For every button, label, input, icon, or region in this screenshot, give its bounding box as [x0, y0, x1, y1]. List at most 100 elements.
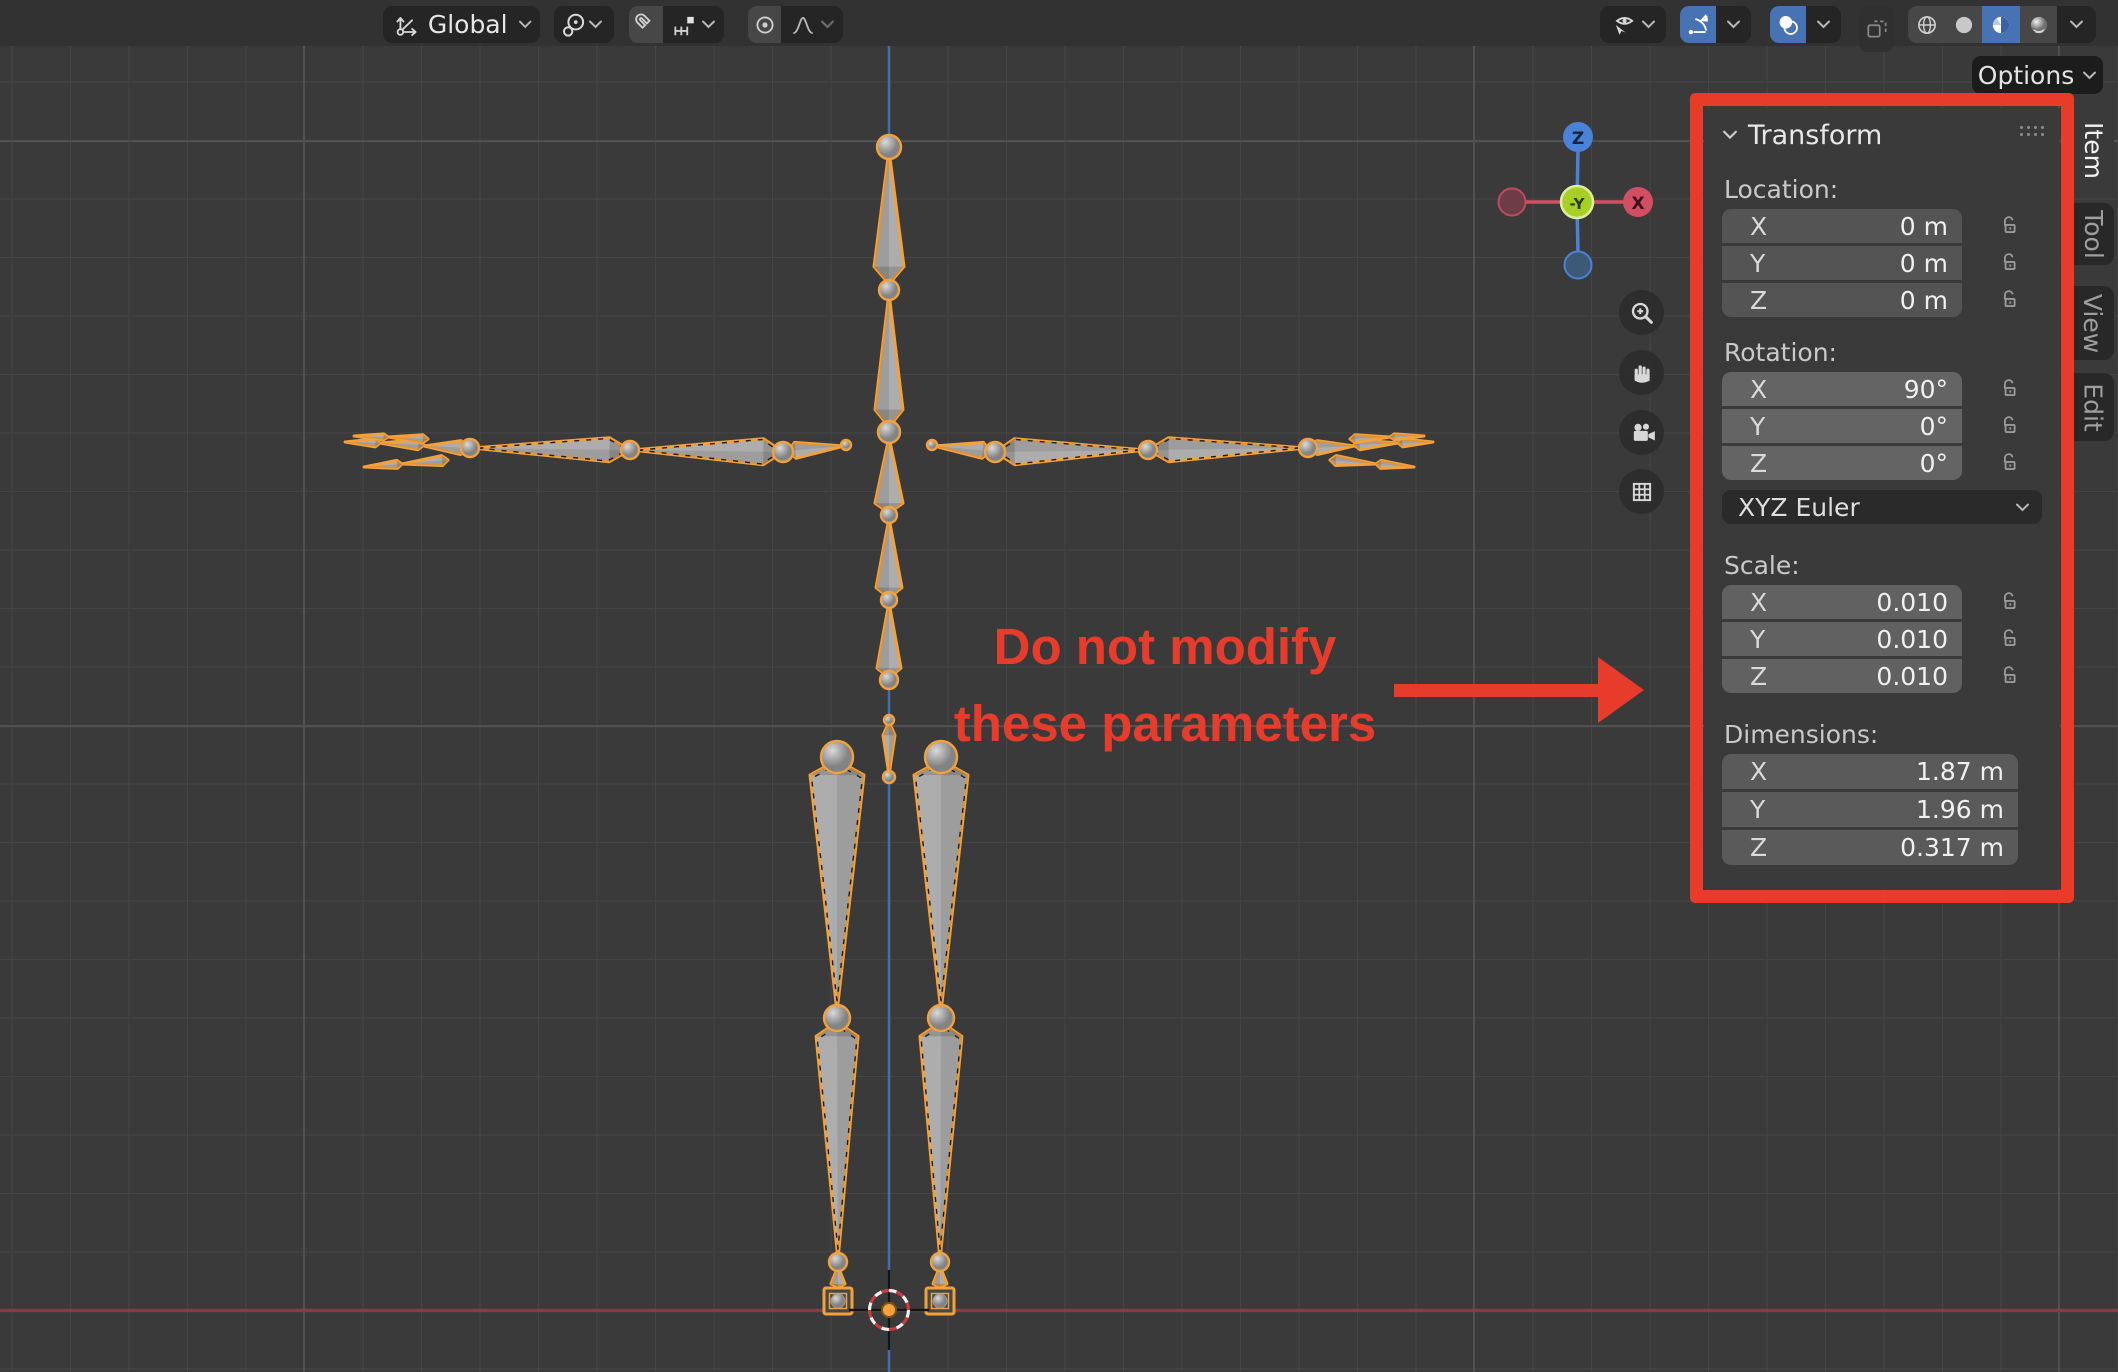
tab-label: Tool [2079, 210, 2108, 259]
axis-label: Z [1750, 449, 1767, 478]
rotation-mode-dropdown[interactable]: XYZ Euler [1722, 490, 2042, 524]
panel-header[interactable]: Transform [1722, 118, 2042, 152]
sidebar-tab-item[interactable]: Item [2072, 104, 2114, 196]
field-value: 90° [1904, 375, 1948, 404]
joint-sphere [821, 741, 853, 773]
tab-label: View [2079, 293, 2108, 352]
solid-shading-button[interactable] [1945, 6, 1982, 43]
axis-z-label: Z [1572, 129, 1584, 149]
cursor-3d [849, 1270, 929, 1350]
unlock-icon [1996, 626, 2022, 652]
overlays-dropdown[interactable] [1806, 6, 1841, 43]
rot-y-field[interactable]: Y0° [1722, 409, 1962, 443]
panel-drag-handle[interactable] [2020, 126, 2044, 136]
axis-label: Z [1750, 662, 1767, 691]
rendered-shading-button[interactable] [2020, 6, 2057, 43]
pivot-point-dropdown[interactable] [554, 6, 614, 43]
axis-label: Y [1750, 795, 1765, 824]
lock-loc-z-button[interactable] [1992, 283, 2026, 317]
dim-z-field[interactable]: Z 0.317 m [1722, 830, 2018, 865]
tab-label: Item [2079, 122, 2108, 179]
gizmos-dropdown[interactable] [1716, 6, 1751, 43]
joint-sphere [883, 771, 895, 783]
axis-label: Y [1750, 412, 1765, 441]
lock-rot-x-button[interactable] [1992, 372, 2026, 406]
scale-x-field[interactable]: X0.010 [1722, 585, 1962, 619]
sidebar-tab-view[interactable]: View [2072, 286, 2114, 360]
chevron-down-icon [2069, 20, 2084, 29]
zoom-button[interactable] [1619, 290, 1664, 335]
sidebar-tab-tool[interactable]: Tool [2072, 203, 2114, 265]
axis-z-neg-handle[interactable] [1565, 252, 1592, 279]
overlays-icon [1775, 12, 1801, 38]
axis-x-neg-handle[interactable] [1499, 189, 1526, 216]
falloff-dropdown[interactable] [781, 6, 843, 43]
falloff-curve-icon [789, 12, 817, 38]
loc-y-field[interactable]: Y0 m [1722, 246, 1962, 280]
axis-y-neg-label: -Y [1570, 195, 1586, 213]
lock-rot-y-button[interactable] [1992, 409, 2026, 443]
field-value: 1.96 m [1916, 795, 2004, 824]
lock-scale-z-button[interactable] [1992, 659, 2026, 693]
snapping-group [629, 6, 724, 43]
annotation-text: Do not modify these parameters [935, 608, 1395, 762]
axis-label: X [1750, 757, 1767, 786]
gizmos-icon [1685, 12, 1711, 38]
rot-z-field[interactable]: Z 0° [1722, 446, 1962, 480]
unlock-icon [1996, 213, 2022, 239]
snap-settings-dropdown[interactable] [663, 6, 724, 43]
unlock-icon [1996, 250, 2022, 276]
show-gizmos-button[interactable] [1680, 6, 1716, 43]
toggle-xray-button[interactable] [1859, 6, 1894, 52]
joint-sphere [879, 280, 899, 300]
chevron-down-icon [1816, 20, 1831, 29]
dim-x-field[interactable]: X1.87 m [1722, 754, 2018, 789]
sidebar-tab-edit[interactable]: Edit [2072, 373, 2114, 441]
wireframe-shading-icon [1914, 12, 1940, 38]
shading-dropdown[interactable] [2057, 6, 2096, 43]
loc-x-field[interactable]: X0 m [1722, 209, 1962, 243]
wireframe-shading-button[interactable] [1908, 6, 1945, 43]
snap-toggle-button[interactable] [629, 6, 663, 43]
scale-y-field[interactable]: Y0.010 [1722, 622, 1962, 656]
lock-loc-x-button[interactable] [1992, 209, 2026, 243]
camera-view-button[interactable] [1619, 410, 1664, 455]
options-dropdown[interactable]: Options [1972, 56, 2103, 94]
dim-y-field[interactable]: Y 1.96 m [1722, 792, 2018, 827]
field-value: 0° [1920, 449, 1948, 478]
lock-loc-y-button[interactable] [1992, 246, 2026, 280]
options-label: Options [1978, 61, 2074, 90]
chevron-down-icon [1722, 130, 1738, 140]
hand-icon [1629, 360, 1655, 386]
joint-sphere [773, 442, 793, 462]
axis-label: Z [1750, 833, 1767, 862]
toggle-grid-ortho-button[interactable] [1619, 469, 1664, 514]
field-value: 0.010 [1876, 588, 1948, 617]
lock-scale-x-button[interactable] [1992, 585, 2026, 619]
view-axis-gizmo[interactable]: Z X -Y [1497, 120, 1667, 290]
visibility-dropdown[interactable] [1600, 6, 1666, 43]
solid-shading-icon [1951, 12, 1977, 38]
show-overlays-button[interactable] [1770, 6, 1806, 43]
lock-rot-z-button[interactable] [1992, 446, 2026, 480]
lock-scale-y-button[interactable] [1992, 622, 2026, 656]
section-label-loc: Location: [1724, 174, 2042, 205]
loc-z-field[interactable]: Z0 m [1722, 283, 1962, 317]
joint-sphere [881, 507, 897, 523]
unlock-icon [1996, 287, 2022, 313]
magnet-icon [633, 12, 659, 38]
field-value: 0.317 m [1900, 833, 2004, 862]
rot-x-field[interactable]: X90° [1722, 372, 1962, 406]
field-value: 0.010 [1876, 625, 1948, 654]
chevron-down-icon [588, 20, 603, 29]
proportional-editing-button[interactable] [748, 6, 781, 43]
chevron-down-icon [1641, 20, 1656, 29]
scale-z-field[interactable]: Z0.010 [1722, 659, 1962, 693]
annotation-line2: these parameters [935, 685, 1395, 762]
unlock-icon [1996, 589, 2022, 615]
joint-sphere [928, 1005, 954, 1031]
material-shading-button[interactable] [1982, 6, 2020, 43]
pan-view-button[interactable] [1619, 350, 1664, 395]
transform-orientation-dropdown[interactable]: Global [383, 6, 540, 43]
joint-sphere [621, 441, 639, 459]
